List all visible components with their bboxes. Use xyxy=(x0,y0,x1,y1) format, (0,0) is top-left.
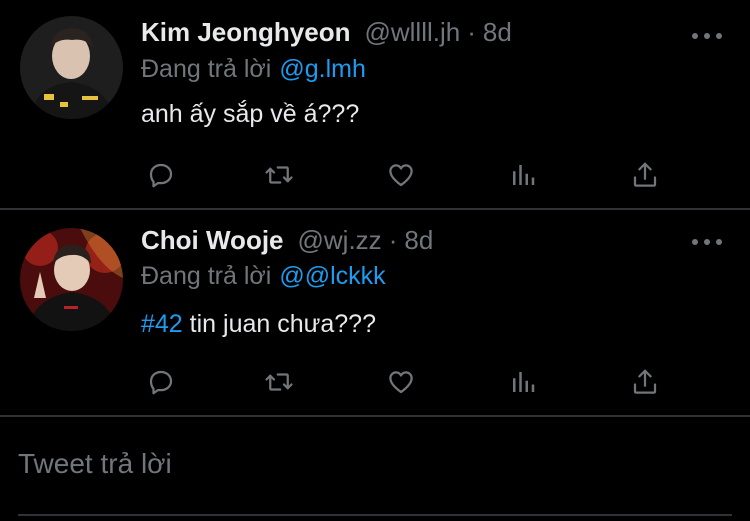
replying-to-label: Đang trả lời xyxy=(141,262,272,290)
timestamp[interactable]: 8d xyxy=(404,225,433,256)
retweet-icon[interactable] xyxy=(259,155,299,195)
reply-underline xyxy=(18,514,732,516)
replying-to-label: Đang trả lời xyxy=(141,55,272,83)
reply-icon[interactable] xyxy=(141,362,181,402)
separator: · xyxy=(388,225,398,255)
tweet[interactable]: Choi Wooje @wj.zz · 8d Đang trả lời @@lck… xyxy=(0,210,750,415)
user-handle[interactable]: @wllll.jh xyxy=(364,17,460,48)
display-name[interactable]: Kim Jeonghyeon xyxy=(141,17,350,48)
tweet-text: anh ấy sắp về á??? xyxy=(141,100,359,129)
tweet-text: #42 tin juan chưa??? xyxy=(141,310,376,339)
reply-composer[interactable]: Tweet trả lời xyxy=(0,430,750,516)
replying-to: Đang trả lời @g.lmh xyxy=(141,55,366,84)
tweet[interactable]: Kim Jeonghyeon @wllll.jh · 8d Đang trả l… xyxy=(0,0,750,208)
reply-target-link[interactable]: @@lckkk xyxy=(279,262,385,290)
reply-input[interactable]: Tweet trả lời xyxy=(18,448,172,480)
display-name[interactable]: Choi Wooje xyxy=(141,225,284,256)
user-handle[interactable]: @wj.zz xyxy=(298,225,382,256)
more-options-icon[interactable] xyxy=(692,26,722,46)
tweet-text-content: tin juan chưa??? xyxy=(182,310,376,338)
share-icon[interactable] xyxy=(625,155,665,195)
share-icon[interactable] xyxy=(625,362,665,402)
more-options-icon[interactable] xyxy=(692,232,722,252)
timestamp[interactable]: 8d xyxy=(483,17,512,48)
like-icon[interactable] xyxy=(381,155,421,195)
retweet-icon[interactable] xyxy=(259,362,299,402)
reply-target-link[interactable]: @g.lmh xyxy=(279,55,366,83)
like-icon[interactable] xyxy=(381,362,421,402)
tweet-header: Choi Wooje @wj.zz · 8d xyxy=(141,225,690,259)
avatar[interactable] xyxy=(20,228,123,331)
avatar[interactable] xyxy=(20,16,123,119)
stats-icon[interactable] xyxy=(503,362,543,402)
separator: · xyxy=(467,17,476,47)
tweet-actions xyxy=(141,362,661,402)
tweet-header: Kim Jeonghyeon @wllll.jh · 8d xyxy=(141,17,690,51)
tweet-actions xyxy=(141,155,661,195)
replying-to: Đang trả lời @@lckkk xyxy=(141,262,386,291)
tweet-text-content: anh ấy sắp về á??? xyxy=(141,100,360,128)
divider xyxy=(0,415,750,417)
hashtag-link[interactable]: #42 xyxy=(141,310,183,338)
reply-icon[interactable] xyxy=(141,155,181,195)
stats-icon[interactable] xyxy=(503,155,543,195)
